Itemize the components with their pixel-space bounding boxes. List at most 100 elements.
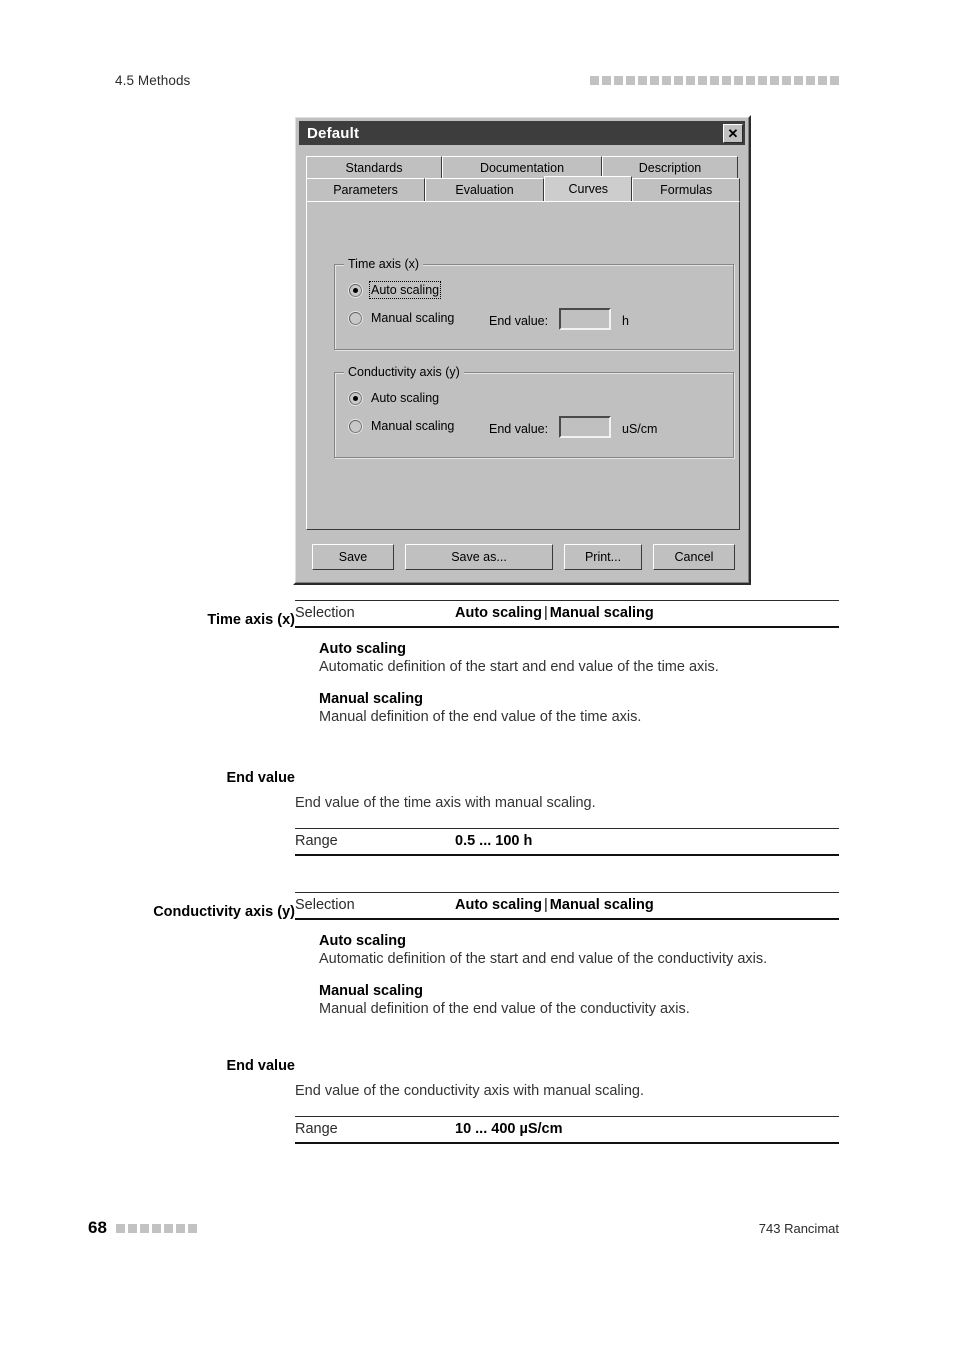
close-icon[interactable]: ✕ bbox=[723, 123, 743, 143]
time-manual-scaling-label: Manual scaling bbox=[371, 311, 455, 325]
page-header: 4.5 Methods bbox=[0, 68, 954, 92]
conductivity-manual-scaling-radio[interactable] bbox=[349, 419, 362, 433]
tab-label: Documentation bbox=[479, 161, 565, 175]
conductivity-axis-auto-text: Automatic definition of the start and en… bbox=[319, 951, 768, 967]
doc-section-conductivity-end-value: End value End value of the conductivity … bbox=[115, 1058, 839, 1158]
conductivity-end-value-unit: uS/cm bbox=[622, 422, 658, 436]
time-auto-scaling-label: Auto scaling bbox=[368, 281, 442, 299]
time-axis-groupbox: Time axis (x) Auto scaling Manual scalin… bbox=[334, 257, 734, 350]
marker-square bbox=[698, 75, 707, 85]
marker-square bbox=[638, 75, 647, 85]
marker-square bbox=[734, 75, 743, 85]
conductivity-manual-scaling-label: Manual scaling bbox=[371, 419, 455, 433]
marker-square bbox=[722, 75, 731, 85]
doc-section-time-axis: Time axis (x) Selection Auto scaling | M… bbox=[115, 600, 839, 748]
conductivity-end-value-text: End value of the conductivity axis with … bbox=[295, 1083, 644, 1099]
doc-heading-conductivity-axis: Conductivity axis (y) bbox=[153, 904, 295, 920]
conductivity-axis-legend: Conductivity axis (y) bbox=[344, 365, 464, 379]
header-marker-squares bbox=[590, 75, 839, 85]
marker-square bbox=[590, 75, 599, 85]
page-number: 68 bbox=[88, 1218, 107, 1237]
marker-square bbox=[830, 75, 839, 85]
conductivity-axis-selection-separator: | bbox=[544, 897, 548, 913]
conductivity-end-value-label: End value: bbox=[489, 422, 549, 436]
conductivity-auto-scaling-radio[interactable] bbox=[349, 391, 362, 405]
marker-square bbox=[650, 75, 659, 85]
marker-square bbox=[151, 1223, 161, 1233]
time-end-value-range-label: Range bbox=[295, 832, 338, 849]
tab-label: Evaluation bbox=[455, 183, 514, 197]
time-end-value-input[interactable] bbox=[559, 308, 611, 330]
tab-standards[interactable]: Standards bbox=[306, 156, 442, 179]
footer-marker-squares bbox=[115, 1223, 197, 1233]
marker-square bbox=[770, 75, 779, 85]
time-axis-manual-head: Manual scaling bbox=[319, 690, 423, 707]
time-manual-scaling-row[interactable]: Manual scaling bbox=[349, 311, 454, 325]
print-button[interactable]: Print... bbox=[564, 543, 642, 570]
tab-formulas[interactable]: Formulas bbox=[632, 178, 740, 201]
time-axis-auto-text: Automatic definition of the start and en… bbox=[319, 659, 719, 675]
time-auto-scaling-row[interactable]: Auto scaling bbox=[349, 281, 442, 299]
marker-square bbox=[187, 1223, 197, 1233]
documentation-body: Time axis (x) Selection Auto scaling | M… bbox=[0, 600, 954, 1158]
marker-square bbox=[710, 75, 719, 85]
conductivity-axis-manual-head: Manual scaling bbox=[319, 982, 423, 999]
tab-strip: Standards Documentation Description Parame… bbox=[306, 156, 740, 202]
time-end-value-label: End value: bbox=[489, 314, 549, 328]
time-end-value-text: End value of the time axis with manual s… bbox=[295, 795, 596, 811]
marker-square bbox=[175, 1223, 185, 1233]
tab-curves[interactable]: Curves bbox=[544, 176, 633, 201]
conductivity-axis-groupbox: Conductivity axis (y) Auto scaling Manua… bbox=[334, 365, 734, 458]
doc-section-time-end-value: End value End value of the time axis wit… bbox=[115, 770, 839, 872]
marker-square bbox=[782, 75, 791, 85]
dialog-inner-frame: Default ✕ Standards Documentation Descript… bbox=[295, 117, 749, 583]
dialog-button-bar: Save Save as... Print... Cancel bbox=[306, 543, 740, 570]
tab-parameters[interactable]: Parameters bbox=[306, 178, 426, 201]
marker-square bbox=[818, 75, 827, 85]
tab-row-lower: Parameters Evaluation Curves Formulas bbox=[306, 176, 740, 201]
section-title: 4.5 Methods bbox=[115, 72, 191, 88]
dialog-title: Default bbox=[307, 124, 360, 142]
marker-square bbox=[806, 75, 815, 85]
doc-heading-time-end-value: End value bbox=[226, 770, 296, 786]
marker-square bbox=[686, 75, 695, 85]
time-axis-auto-head: Auto scaling bbox=[319, 641, 407, 657]
conductivity-axis-selection-label: Selection bbox=[295, 897, 355, 913]
cancel-button[interactable]: Cancel bbox=[653, 543, 735, 570]
save-button[interactable]: Save bbox=[312, 543, 394, 570]
tab-row-upper: Standards Documentation Description bbox=[306, 156, 740, 179]
doc-heading-conductivity-end-value: End value bbox=[226, 1058, 296, 1074]
conductivity-axis-manual-text: Manual definition of the end value of th… bbox=[319, 1000, 690, 1017]
time-auto-scaling-radio[interactable] bbox=[349, 283, 362, 297]
tab-label: Parameters bbox=[333, 183, 398, 197]
marker-square bbox=[626, 75, 635, 85]
marker-square bbox=[746, 75, 755, 85]
marker-square bbox=[115, 1223, 125, 1233]
time-axis-selection-value-a: Auto scaling bbox=[455, 605, 543, 621]
tab-label: Formulas bbox=[660, 183, 713, 197]
time-axis-selection-row: Selection Auto scaling | Manual scaling bbox=[295, 600, 839, 628]
product-name: 743 Rancimat bbox=[758, 1220, 839, 1236]
marker-square bbox=[127, 1223, 137, 1233]
curves-tab-panel: Time axis (x) Auto scaling Manual scalin… bbox=[306, 201, 740, 530]
conductivity-auto-scaling-row[interactable]: Auto scaling bbox=[349, 391, 439, 405]
save-as-button[interactable]: Save as... bbox=[405, 543, 553, 570]
conductivity-manual-scaling-row[interactable]: Manual scaling bbox=[349, 419, 454, 433]
marker-square bbox=[602, 75, 611, 85]
conductivity-end-value-input[interactable] bbox=[559, 416, 611, 438]
tab-evaluation[interactable]: Evaluation bbox=[425, 178, 545, 201]
tab-label: Curves bbox=[568, 182, 609, 196]
marker-square bbox=[758, 75, 767, 85]
marker-square bbox=[794, 75, 803, 85]
marker-square bbox=[139, 1223, 149, 1233]
marker-square bbox=[674, 75, 683, 85]
conductivity-axis-selection-value-a: Auto scaling bbox=[455, 897, 543, 913]
time-axis-selection-label: Selection bbox=[295, 605, 355, 621]
doc-section-conductivity-axis: Conductivity axis (y) Selection Auto sca… bbox=[115, 892, 839, 1040]
conductivity-end-value-range-row: Range 10 ... 400 µS/cm bbox=[295, 1115, 839, 1144]
time-end-value-range-row: Range 0.5 ... 100 h bbox=[295, 827, 839, 856]
conductivity-axis-selection-row: Selection Auto scaling | Manual scaling bbox=[295, 892, 839, 920]
time-manual-scaling-radio[interactable] bbox=[349, 311, 362, 325]
footer-left-group: 68 bbox=[88, 1218, 197, 1238]
marker-square bbox=[163, 1223, 173, 1233]
